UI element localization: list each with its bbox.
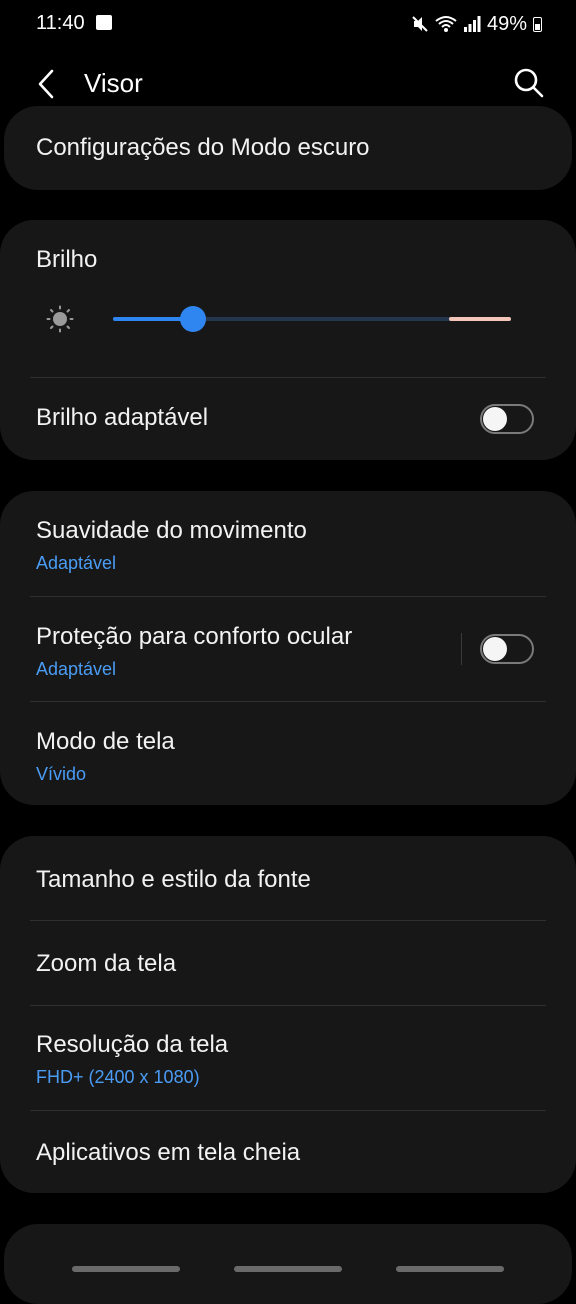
battery-percent: 49%: [487, 13, 527, 36]
motion-smoothness-value: Adaptável: [36, 553, 116, 574]
status-bar: 11:40 49%: [0, 0, 576, 48]
vertical-separator: [461, 633, 462, 665]
adaptive-brightness-item[interactable]: Brilho adaptável: [0, 378, 576, 460]
toggle-knob: [483, 637, 507, 661]
nav-back[interactable]: [396, 1266, 504, 1272]
brightness-label: Brilho: [36, 246, 97, 274]
dark-mode-card: Configurações do Modo escuro: [4, 106, 572, 190]
brightness-card: Brilho Brilho adaptável: [0, 220, 576, 460]
screen-zoom-item[interactable]: Zoom da tela: [0, 921, 576, 1005]
adaptive-brightness-label: Brilho adaptável: [36, 404, 208, 432]
full-screen-apps-label: Aplicativos em tela cheia: [36, 1139, 300, 1167]
screen-resolution-value: FHD+ (2400 x 1080): [36, 1067, 200, 1088]
font-options-card: Tamanho e estilo da fonte Zoom da tela R…: [0, 836, 576, 1193]
screen-resolution-item[interactable]: Resolução da tela FHD+ (2400 x 1080): [0, 1006, 576, 1110]
screen-mode-item[interactable]: Modo de tela Vívido: [0, 702, 576, 805]
full-screen-apps-item[interactable]: Aplicativos em tela cheia: [0, 1111, 576, 1193]
dark-mode-settings-label: Configurações do Modo escuro: [36, 134, 370, 162]
screen-zoom-label: Zoom da tela: [36, 950, 176, 978]
toggle-knob: [483, 407, 507, 431]
signal-icon: [463, 15, 481, 33]
motion-smoothness-item[interactable]: Suavidade do movimento Adaptável: [0, 491, 576, 596]
nav-recent-apps[interactable]: [72, 1266, 180, 1272]
back-arrow-icon[interactable]: [30, 66, 66, 102]
eye-comfort-label: Proteção para conforto ocular: [36, 623, 352, 651]
brightness-slider-warm-segment: [449, 317, 511, 321]
nav-home[interactable]: [234, 1266, 342, 1272]
status-right: 49%: [411, 12, 542, 36]
eye-comfort-toggle[interactable]: [480, 634, 534, 664]
font-size-style-item[interactable]: Tamanho e estilo da fonte: [0, 836, 576, 920]
gallery-icon: [96, 15, 112, 30]
page-title: Visor: [84, 68, 143, 99]
screen-resolution-label: Resolução da tela: [36, 1031, 228, 1059]
eye-comfort-value: Adaptável: [36, 659, 116, 680]
display-options-card: Suavidade do movimento Adaptável Proteçã…: [0, 491, 576, 805]
status-time: 11:40: [36, 12, 85, 35]
sun-icon: [46, 305, 74, 333]
battery-icon: [533, 17, 542, 32]
eye-comfort-item[interactable]: Proteção para conforto ocular Adaptável: [0, 597, 576, 701]
screen-mode-value: Vívido: [36, 764, 86, 785]
screen-mode-label: Modo de tela: [36, 728, 175, 756]
adaptive-brightness-toggle[interactable]: [480, 404, 534, 434]
navigation-bar: [0, 1256, 576, 1280]
mute-icon: [411, 15, 429, 33]
brightness-slider[interactable]: [113, 317, 511, 321]
wifi-icon: [435, 15, 457, 33]
font-size-style-label: Tamanho e estilo da fonte: [36, 866, 311, 894]
search-icon[interactable]: [512, 66, 546, 100]
dark-mode-settings-item[interactable]: Configurações do Modo escuro: [4, 106, 572, 190]
motion-smoothness-label: Suavidade do movimento: [36, 517, 307, 545]
app-bar: Visor: [0, 52, 576, 114]
brightness-slider-thumb[interactable]: [180, 306, 206, 332]
